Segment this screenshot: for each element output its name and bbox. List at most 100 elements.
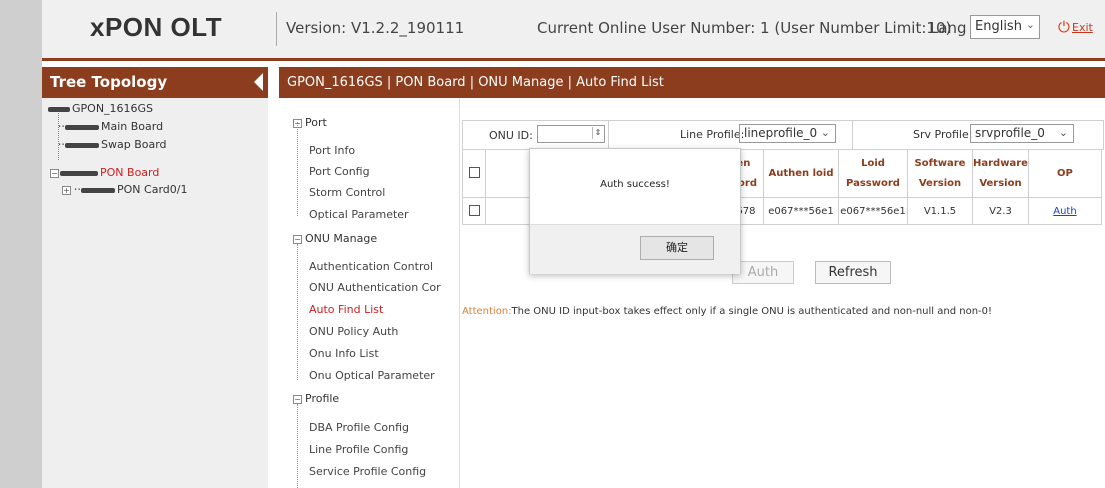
device-icon (48, 106, 70, 112)
menu-item-service-profile-config[interactable]: Service Profile Config (309, 465, 426, 478)
attention-label: Attention: (462, 306, 512, 317)
expand-toggle-icon[interactable]: − (50, 169, 59, 178)
menu-item-storm-control[interactable]: Storm Control (309, 186, 385, 199)
onu-id-label: ONU ID: (489, 129, 533, 142)
cell-op: Auth (1027, 197, 1103, 225)
cell-authen-loid: e067***56e1 (763, 197, 839, 225)
onu-id-input[interactable]: ⇕ (537, 125, 605, 143)
tree-node-label: Swap Board (101, 138, 167, 151)
header-label: Password (846, 177, 900, 189)
tree-connector (58, 110, 59, 160)
row-auth-link[interactable]: Auth (1053, 206, 1076, 217)
menu-item-dba-profile-config[interactable]: DBA Profile Config (309, 421, 409, 434)
line-profile-label: Line Profile: (680, 128, 745, 141)
header-label: Version (918, 177, 962, 189)
lang-select-value: English (975, 19, 1022, 34)
dialog-footer: 确定 (530, 224, 740, 274)
header-cell-select (462, 149, 486, 198)
menu-item-port-config[interactable]: Port Config (309, 165, 370, 178)
select-all-checkbox[interactable] (468, 167, 480, 178)
dialog-ok-button[interactable]: 确定 (640, 236, 714, 260)
menu-connector (297, 122, 298, 216)
auth-success-dialog: Auth success! 确定 (529, 148, 741, 274)
header-cell-hardware-version: Hardware Version (972, 149, 1029, 198)
header-cell-software-version: Software Version (907, 149, 973, 198)
online-user-count: Current Online User Number: 1 (User Numb… (537, 19, 952, 37)
menu-item-auto-find-list[interactable]: Auto Find List (309, 303, 383, 316)
refresh-button[interactable]: Refresh (815, 261, 891, 284)
app-logo: xPON OLT (90, 12, 223, 42)
auth-button[interactable]: Auth (732, 261, 794, 284)
tree-node-main-board[interactable]: ⋅⋅ Main Board (58, 120, 163, 133)
menu-group-port[interactable]: − Port (293, 116, 327, 129)
tree-node-label: PON Card0/1 (117, 183, 188, 196)
power-icon[interactable]: ⏻ (1058, 18, 1070, 36)
lang-select[interactable]: English ⌄ (970, 15, 1040, 39)
side-menu: − Port Port Info Port Config Storm Contro… (279, 98, 460, 488)
menu-group-label: ONU Manage (305, 232, 378, 245)
lang-label: Lang (930, 19, 967, 37)
attention-note: Attention:The ONU ID input-box takes eff… (462, 306, 992, 317)
attention-text: The ONU ID input-box takes effect only i… (511, 306, 993, 317)
menu-group-onu-manage[interactable]: − ONU Manage (293, 232, 377, 245)
tree-node-label: PON Board (100, 166, 160, 179)
device-icon (65, 142, 99, 148)
menu-item-line-profile-config[interactable]: Line Profile Config (309, 443, 408, 456)
tree-node-swap-board[interactable]: ⋅⋅ Swap Board (58, 138, 167, 151)
tree-node-gpon[interactable]: GPON_1616GS (48, 102, 153, 115)
header-cell-op: OP (1027, 149, 1103, 198)
header-label: Version (979, 177, 1022, 189)
line-profile-select[interactable]: lineprofile_0 ⌄ (739, 124, 836, 143)
header-label: Software (914, 157, 966, 169)
menu-connector (297, 404, 298, 488)
tree-node-pon-card[interactable]: ⋅⋅ PON Card0/1 (74, 183, 187, 196)
menu-item-onu-authentication[interactable]: ONU Authentication Cor (309, 281, 441, 294)
collapse-panel-icon[interactable] (254, 73, 263, 91)
cell-hardware-version: V2.3 (972, 197, 1029, 225)
menu-item-port-info[interactable]: Port Info (309, 144, 355, 157)
menu-connector (297, 244, 298, 380)
header-cell-loid-password: Loid Password (838, 149, 908, 198)
tree-topology-title: Tree Topology (42, 67, 268, 98)
menu-item-onu-info-list[interactable]: Onu Info List (309, 347, 379, 360)
header-label: Hardware (973, 157, 1028, 169)
menu-group-profile[interactable]: − Profile (293, 392, 339, 405)
srv-profile-select[interactable]: srvprofile_0 ⌄ (970, 124, 1074, 143)
menu-group-label: Port (305, 116, 327, 129)
menu-item-optical-parameter[interactable]: Optical Parameter (309, 208, 409, 221)
header-divider (276, 12, 277, 46)
menu-group-label: Profile (305, 392, 340, 405)
header-label: Loid (861, 157, 885, 169)
collapse-toggle-icon: − (293, 234, 302, 244)
expand-toggle-icon[interactable]: + (62, 186, 71, 195)
collapse-toggle-icon: − (293, 394, 302, 404)
row-checkbox[interactable] (468, 205, 480, 217)
device-icon (65, 124, 99, 130)
exit-link[interactable]: Exit (1072, 21, 1093, 34)
filter-bar: ONU ID: ⇕ Line Profile: lineprofile_0 ⌄ … (462, 120, 1104, 150)
dialog-message: Auth success! (600, 179, 670, 190)
tree-node-pon-board[interactable]: PON Board (60, 166, 159, 179)
menu-item-authentication-control[interactable]: Authentication Control (309, 260, 433, 273)
app-window: xPON OLT Version: V1.2.2_190111 Current … (42, 0, 1105, 488)
menu-item-onu-optical-parameter[interactable]: Onu Optical Parameter (309, 369, 435, 382)
filter-divider (608, 121, 609, 149)
cell-software-version: V1.1.5 (907, 197, 973, 225)
breadcrumb: GPON_1616GS | PON Board | ONU Manage | A… (279, 67, 1105, 98)
srv-profile-label: Srv Profile: (913, 128, 973, 141)
tree-node-label: Main Board (101, 120, 164, 133)
menu-item-onu-policy-auth[interactable]: ONU Policy Auth (309, 325, 398, 338)
tree-node-label: GPON_1616GS (72, 102, 154, 115)
srv-profile-value: srvprofile_0 (975, 126, 1045, 140)
tree-topology-panel: GPON_1616GS ⋅⋅ Main Board ⋅⋅ Swap Board − … (42, 98, 268, 488)
device-icon (81, 187, 115, 193)
cell-loid-password: e067***56e1 (838, 197, 908, 225)
chevron-down-icon: ⌄ (1058, 126, 1068, 139)
spinner-icon[interactable]: ⇕ (592, 127, 603, 139)
chevron-down-icon: ⌄ (1025, 18, 1035, 31)
header-cell-authen-loid: Authen loid (763, 149, 839, 198)
collapse-toggle-icon: − (293, 118, 302, 128)
chevron-down-icon: ⌄ (820, 126, 830, 139)
version-text: Version: V1.2.2_190111 (286, 19, 465, 37)
row-select-cell (462, 197, 486, 225)
